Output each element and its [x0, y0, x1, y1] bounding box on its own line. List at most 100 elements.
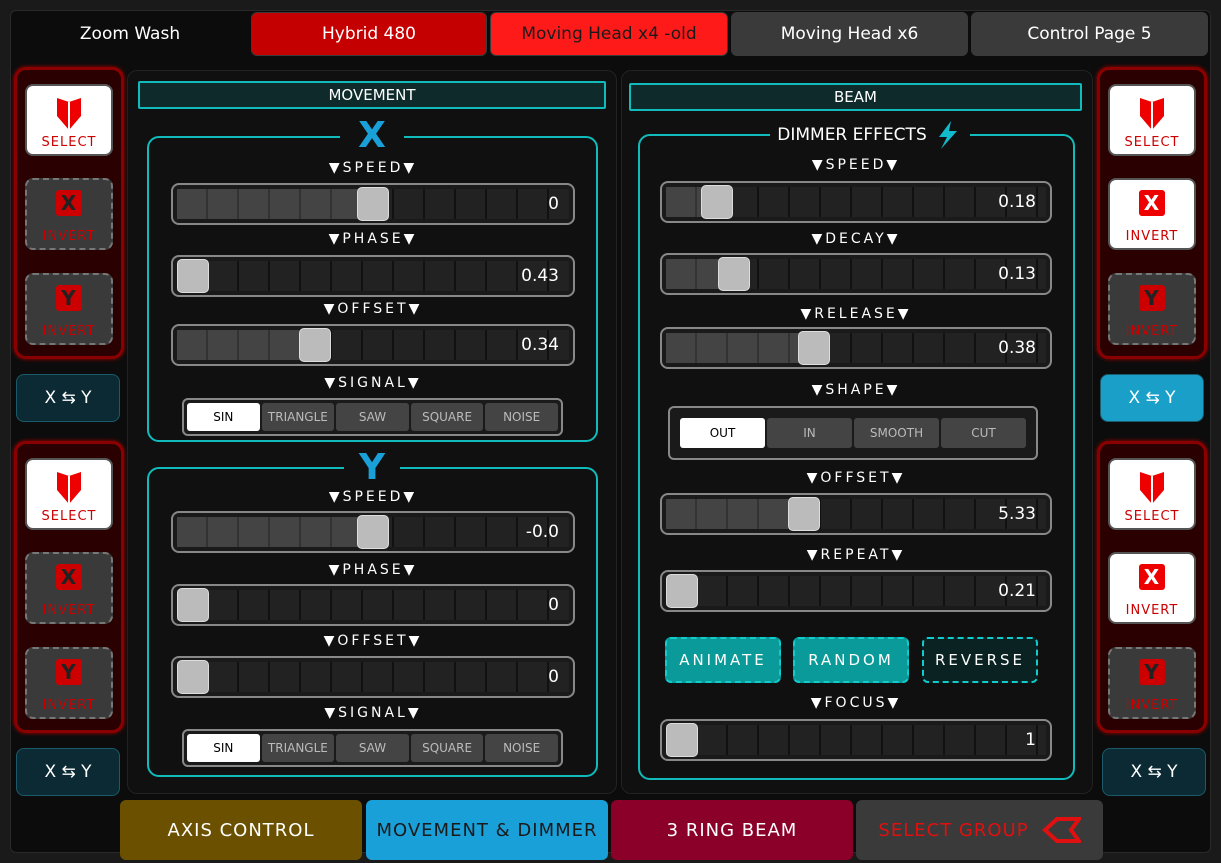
invert-y-button[interactable]: Y INVERT [25, 647, 113, 719]
signal-sin[interactable]: SIN [187, 734, 260, 762]
beam-focus-label: ▼FOCUS▼ [810, 695, 902, 711]
beam-focus-slider[interactable]: 1 [660, 719, 1052, 761]
random-button[interactable]: RANDOM [793, 637, 909, 683]
invert-label: INVERT [1125, 229, 1179, 244]
select-button[interactable]: SELECT [25, 84, 113, 156]
right-top-group: SELECT X INVERT Y INVERT [1097, 67, 1207, 359]
signal-noise[interactable]: NOISE [485, 403, 558, 431]
slider-value: 0.38 [998, 338, 1036, 358]
invert-label: INVERT [42, 229, 96, 244]
slider-value: 0 [548, 595, 559, 615]
invert-y-button[interactable]: Y INVERT [1108, 273, 1196, 345]
invert-y-button[interactable]: Y INVERT [1108, 647, 1196, 719]
invert-label: INVERT [42, 698, 96, 713]
slider-value: 5.33 [998, 504, 1036, 524]
x-icon: X [1139, 564, 1165, 590]
animate-button[interactable]: ANIMATE [665, 637, 781, 683]
beam-release-label: ▼RELEASE▼ [800, 306, 912, 322]
select-button[interactable]: SELECT [25, 458, 113, 530]
y-icon: Y [1139, 659, 1165, 685]
invert-label: INVERT [1125, 698, 1179, 713]
select-label: SELECT [1124, 509, 1180, 524]
shape-out[interactable]: OUT [680, 418, 765, 448]
beam-speed-slider[interactable]: 0.18 [660, 181, 1052, 223]
invert-x-button[interactable]: X INVERT [25, 552, 113, 624]
x-icon: X [56, 190, 82, 216]
dimmer-effects-title: DIMMER EFFECTS [770, 120, 970, 150]
y-signal-label: ▼SIGNAL▼ [324, 705, 422, 721]
y-icon: Y [1139, 285, 1165, 311]
select-button[interactable]: SELECT [1108, 84, 1196, 156]
x-axis-title: X [340, 116, 404, 156]
signal-saw[interactable]: SAW [336, 403, 409, 431]
select-button[interactable]: SELECT [1108, 458, 1196, 530]
slider-value: 0.13 [998, 264, 1036, 284]
invert-label: INVERT [1125, 603, 1179, 618]
shield-icon [1140, 98, 1164, 130]
x-icon: X [1139, 190, 1165, 216]
beam-shape-label: ▼SHAPE▼ [811, 382, 901, 398]
x-signal-selector: SIN TRIANGLE SAW SQUARE NOISE [182, 398, 563, 436]
y-speed-label: ▼SPEED▼ [328, 489, 418, 505]
beam-decay-slider[interactable]: 0.13 [660, 253, 1052, 295]
swap-xy-button[interactable]: X ⇆ Y [1100, 374, 1204, 422]
y-phase-label: ▼PHASE▼ [328, 562, 418, 578]
tab-movement-dimmer[interactable]: MOVEMENT & DIMMER [366, 800, 608, 860]
swap-xy-button[interactable]: X ⇆ Y [16, 748, 120, 796]
select-label: SELECT [1124, 135, 1180, 150]
x-signal-label: ▼SIGNAL▼ [324, 375, 422, 391]
shield-icon [1140, 472, 1164, 504]
invert-label: INVERT [1125, 324, 1179, 339]
signal-noise[interactable]: NOISE [485, 734, 558, 762]
shape-smooth[interactable]: SMOOTH [854, 418, 939, 448]
y-signal-selector: SIN TRIANGLE SAW SQUARE NOISE [182, 729, 563, 767]
swap-xy-button[interactable]: X ⇆ Y [16, 374, 120, 422]
left-bottom-group: SELECT X INVERT Y INVERT [14, 441, 124, 733]
select-label: SELECT [41, 509, 97, 524]
select-label: SELECT [41, 135, 97, 150]
beam-shape-selector: OUT IN SMOOTH CUT [668, 406, 1038, 460]
x-icon: X [56, 564, 82, 590]
beam-offset-slider[interactable]: 5.33 [660, 493, 1052, 535]
signal-triangle[interactable]: TRIANGLE [261, 734, 335, 762]
invert-x-button[interactable]: X INVERT [1108, 178, 1196, 250]
tab-moving-head-x6[interactable]: Moving Head x6 [731, 12, 968, 56]
movement-header: MOVEMENT [138, 81, 606, 109]
swap-xy-button[interactable]: X ⇆ Y [1102, 748, 1206, 796]
tab-axis-control[interactable]: AXIS CONTROL [120, 800, 362, 860]
y-offset-slider[interactable]: 0 [171, 656, 575, 698]
signal-triangle[interactable]: TRIANGLE [261, 403, 335, 431]
beam-release-slider[interactable]: 0.38 [660, 327, 1052, 369]
invert-x-button[interactable]: X INVERT [25, 178, 113, 250]
back-arrow-icon [1041, 817, 1081, 843]
beam-repeat-label: ▼REPEAT▼ [806, 547, 906, 563]
tab-select-group[interactable]: SELECT GROUP [856, 800, 1103, 860]
y-offset-label: ▼OFFSET▼ [323, 633, 423, 649]
signal-saw[interactable]: SAW [336, 734, 409, 762]
x-phase-slider[interactable]: 0.43 [171, 255, 575, 297]
tab-moving-head-x4-old[interactable]: Moving Head x4 -old [490, 12, 728, 56]
beam-decay-label: ▼DECAY▼ [811, 231, 901, 247]
signal-square[interactable]: SQUARE [410, 403, 484, 431]
tab-zoom-wash[interactable]: Zoom Wash [12, 12, 248, 56]
invert-x-button[interactable]: X INVERT [1108, 552, 1196, 624]
reverse-button[interactable]: REVERSE [922, 637, 1038, 683]
slider-value: 0.21 [998, 581, 1036, 601]
select-group-label: SELECT GROUP [878, 819, 1029, 841]
tab-hybrid-480[interactable]: Hybrid 480 [251, 12, 487, 56]
shape-cut[interactable]: CUT [941, 418, 1026, 448]
shield-icon [57, 98, 81, 130]
x-speed-slider[interactable]: 0 [171, 183, 575, 225]
y-speed-slider[interactable]: -0.0 [171, 511, 575, 553]
x-offset-label: ▼OFFSET▼ [323, 301, 423, 317]
y-phase-slider[interactable]: 0 [171, 584, 575, 626]
invert-y-button[interactable]: Y INVERT [25, 273, 113, 345]
signal-sin[interactable]: SIN [187, 403, 260, 431]
tab-control-page-5[interactable]: Control Page 5 [971, 12, 1208, 56]
beam-repeat-slider[interactable]: 0.21 [660, 570, 1052, 612]
shape-in[interactable]: IN [767, 418, 852, 448]
x-offset-slider[interactable]: 0.34 [171, 324, 575, 366]
tab-3-ring-beam[interactable]: 3 RING BEAM [611, 800, 853, 860]
invert-label: INVERT [42, 603, 96, 618]
signal-square[interactable]: SQUARE [410, 734, 484, 762]
